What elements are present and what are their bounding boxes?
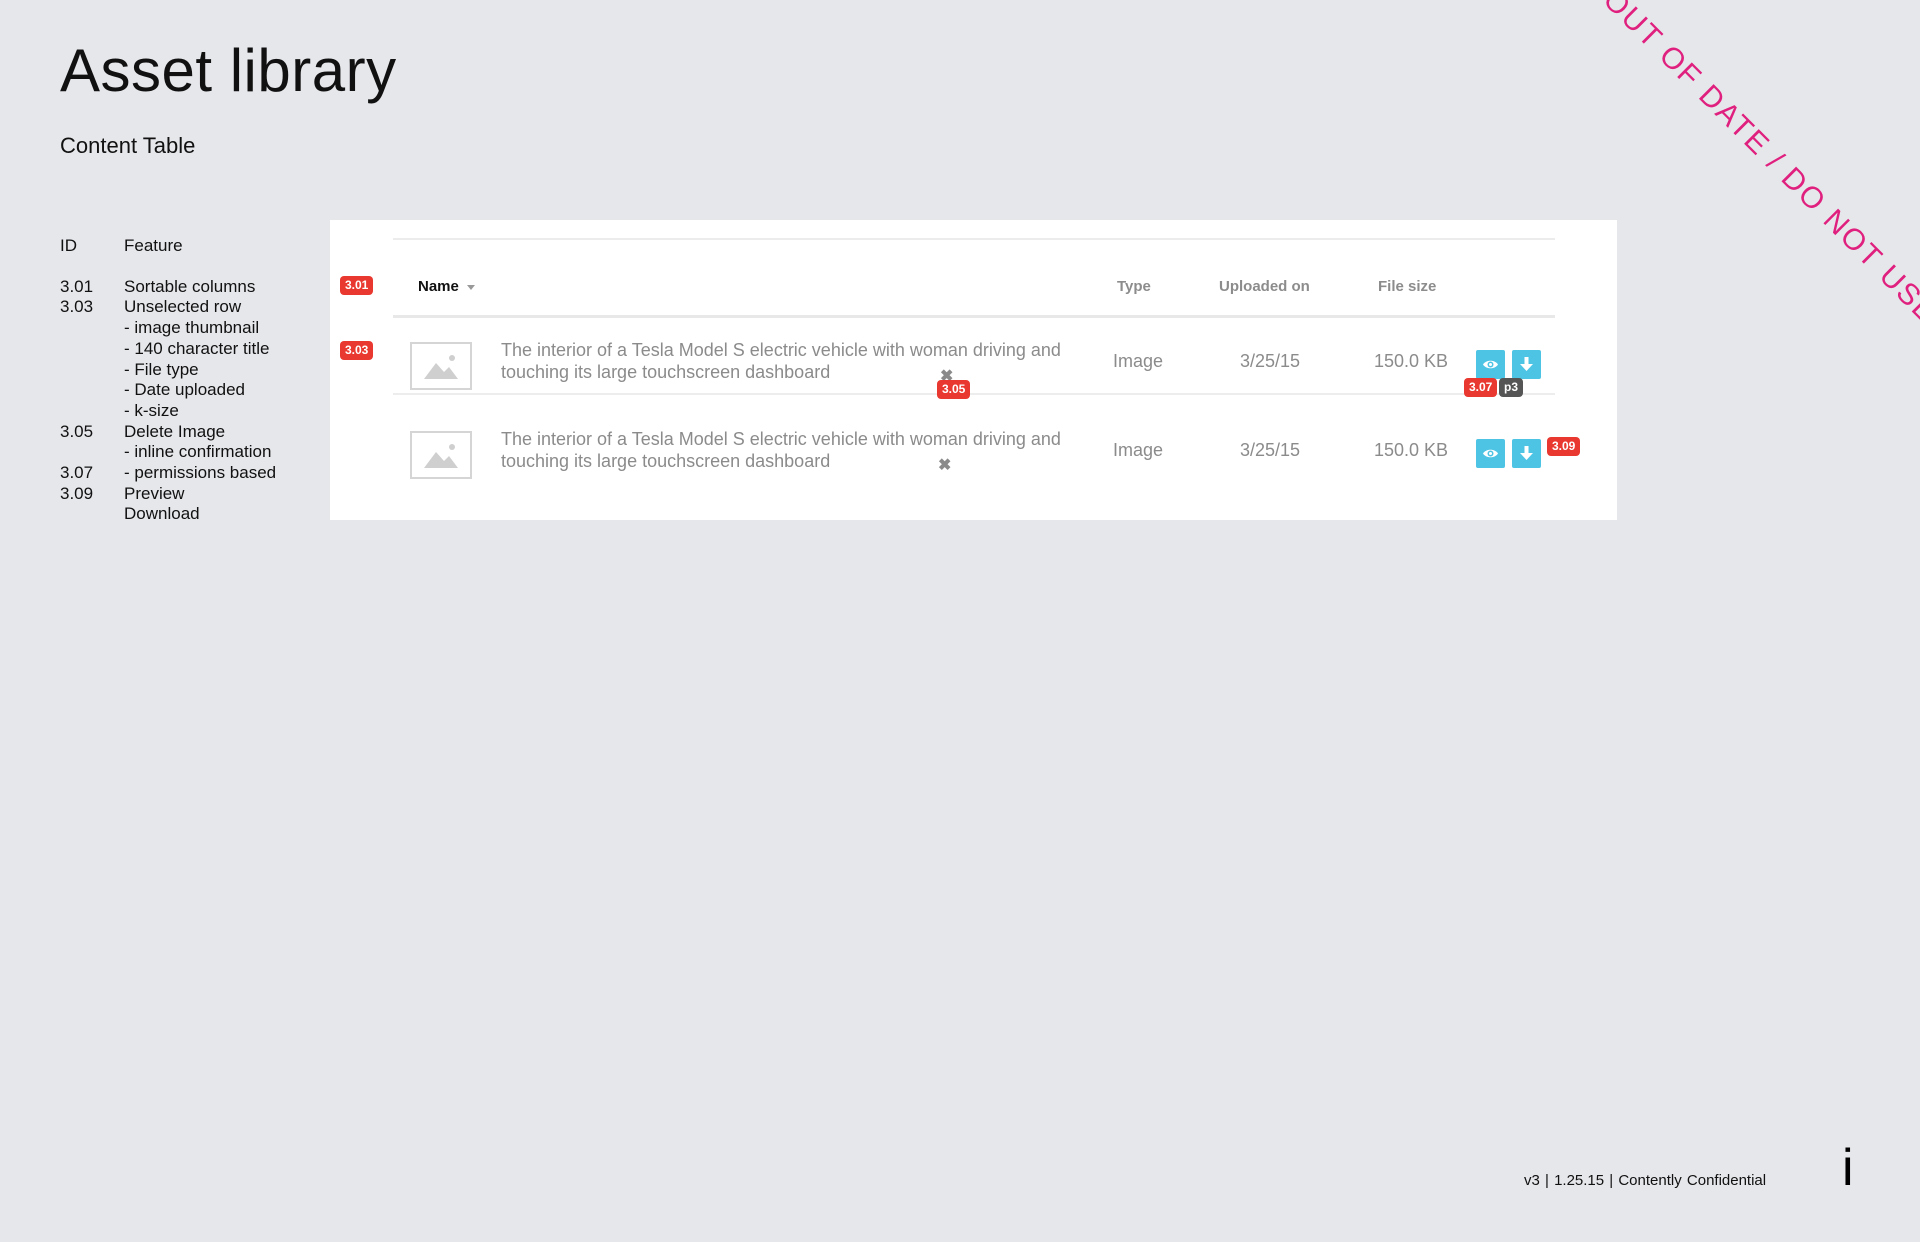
legend-text: - 140 character title xyxy=(124,338,270,358)
legend-id: 3.01 xyxy=(60,276,94,296)
annotation-badge-p3: p3 xyxy=(1499,378,1524,397)
asset-title: The interior of a Tesla Model S electric… xyxy=(501,340,1061,382)
legend-id xyxy=(60,360,124,381)
page-subtitle: Content Table xyxy=(60,133,196,158)
legend-id xyxy=(60,504,124,525)
eye-icon xyxy=(1483,360,1498,369)
legend-id xyxy=(60,339,124,360)
arrow-down-icon xyxy=(1520,446,1533,460)
uploaded-date: 3/25/15 xyxy=(1240,440,1301,460)
legend-row: - k-size xyxy=(60,401,276,422)
legend-row: 3.03 Unselected row xyxy=(60,297,276,318)
eye-icon xyxy=(1483,449,1498,458)
legend-row: Download xyxy=(60,504,276,525)
table-row[interactable]: The interior of a Tesla Model S electric… xyxy=(330,330,1617,410)
content-table: Name Type Uploaded on File size The inte… xyxy=(330,220,1617,520)
legend-text: - image thumbnail xyxy=(124,318,260,338)
legend-id: 3.09 xyxy=(60,483,94,503)
info-icon: i xyxy=(1842,1139,1854,1197)
column-header-type[interactable]: Type xyxy=(1117,278,1151,295)
row-divider xyxy=(393,393,1555,395)
file-type: Image xyxy=(1113,351,1164,371)
column-header-file-size[interactable]: File size xyxy=(1378,278,1436,295)
legend-id: 3.03 xyxy=(60,297,94,317)
legend-text: - k-size xyxy=(124,400,179,420)
table-header-divider xyxy=(393,315,1555,318)
preview-button[interactable] xyxy=(1476,439,1505,468)
legend-id xyxy=(60,442,124,463)
legend-row: - 140 character title xyxy=(60,339,276,360)
legend-row: 3.07 - permissions based xyxy=(60,463,276,484)
file-type: Image xyxy=(1113,440,1164,460)
page-title: Asset library xyxy=(60,37,397,104)
sort-caret-icon[interactable] xyxy=(466,284,475,290)
footer-version: v3 | 1.25.15 | Contently Confidential xyxy=(1524,1172,1767,1189)
annotation-badge-3-01: 3.01 xyxy=(340,276,374,295)
legend-text: - File type xyxy=(124,359,199,379)
legend-id xyxy=(60,380,124,401)
legend-text: - inline confirmation xyxy=(124,442,272,462)
uploaded-date: 3/25/15 xyxy=(1240,351,1301,371)
annotation-badge-3-09: 3.09 xyxy=(1547,437,1581,456)
legend-header: ID Feature xyxy=(60,236,276,257)
download-button[interactable] xyxy=(1512,439,1541,468)
legend-row: - Date uploaded xyxy=(60,380,276,401)
column-header-name[interactable]: Name xyxy=(418,278,475,295)
annotation-badge-3-07: 3.07 xyxy=(1464,378,1498,397)
annotation-badge-3-05: 3.05 xyxy=(937,380,971,399)
legend-text: - Date uploaded xyxy=(124,380,245,400)
preview-button[interactable] xyxy=(1476,350,1505,379)
table-top-divider xyxy=(393,238,1555,240)
legend-text: Unselected row xyxy=(124,297,242,317)
legend-id: 3.07 xyxy=(60,463,94,483)
legend-row: - image thumbnail xyxy=(60,318,276,339)
legend-text: Sortable columns xyxy=(124,276,256,296)
legend-text: Download xyxy=(124,504,200,524)
arrow-down-icon xyxy=(1520,357,1533,371)
download-button[interactable] xyxy=(1512,350,1541,379)
column-header-uploaded[interactable]: Uploaded on xyxy=(1219,278,1310,295)
column-header-name-label: Name xyxy=(418,278,459,295)
feature-legend: ID Feature 3.01 Sortable columns 3.03 Unse… xyxy=(60,236,276,525)
asset-title: The interior of a Tesla Model S electric… xyxy=(501,429,1061,471)
legend-row: 3.05 Delete Image xyxy=(60,422,276,443)
legend-text: - permissions based xyxy=(124,463,277,483)
file-size: 150.0 KB xyxy=(1374,351,1449,371)
legend-id-header: ID xyxy=(60,236,77,255)
out-of-date-stamp: OUT OF DATE / DO NOT USE xyxy=(1596,0,1920,331)
file-size: 150.0 KB xyxy=(1374,440,1449,460)
image-placeholder-icon xyxy=(424,444,458,468)
image-thumbnail xyxy=(410,342,472,390)
image-thumbnail xyxy=(410,431,472,479)
legend-id xyxy=(60,318,124,339)
legend-row: 3.09 Preview xyxy=(60,484,276,505)
legend-feature-header: Feature xyxy=(124,236,183,255)
legend-row: - File type xyxy=(60,360,276,381)
legend-row: 3.01 Sortable columns xyxy=(60,277,276,298)
legend-text: Preview xyxy=(124,483,185,503)
legend-row: - inline confirmation xyxy=(60,442,276,463)
table-row[interactable]: The interior of a Tesla Model S electric… xyxy=(330,419,1617,499)
legend-text: Delete Image xyxy=(124,421,226,441)
legend-id: 3.05 xyxy=(60,421,94,441)
image-placeholder-icon xyxy=(424,355,458,379)
legend-id xyxy=(60,401,124,422)
annotation-badge-3-03: 3.03 xyxy=(340,341,374,360)
delete-icon[interactable]: ✖ xyxy=(938,455,951,475)
